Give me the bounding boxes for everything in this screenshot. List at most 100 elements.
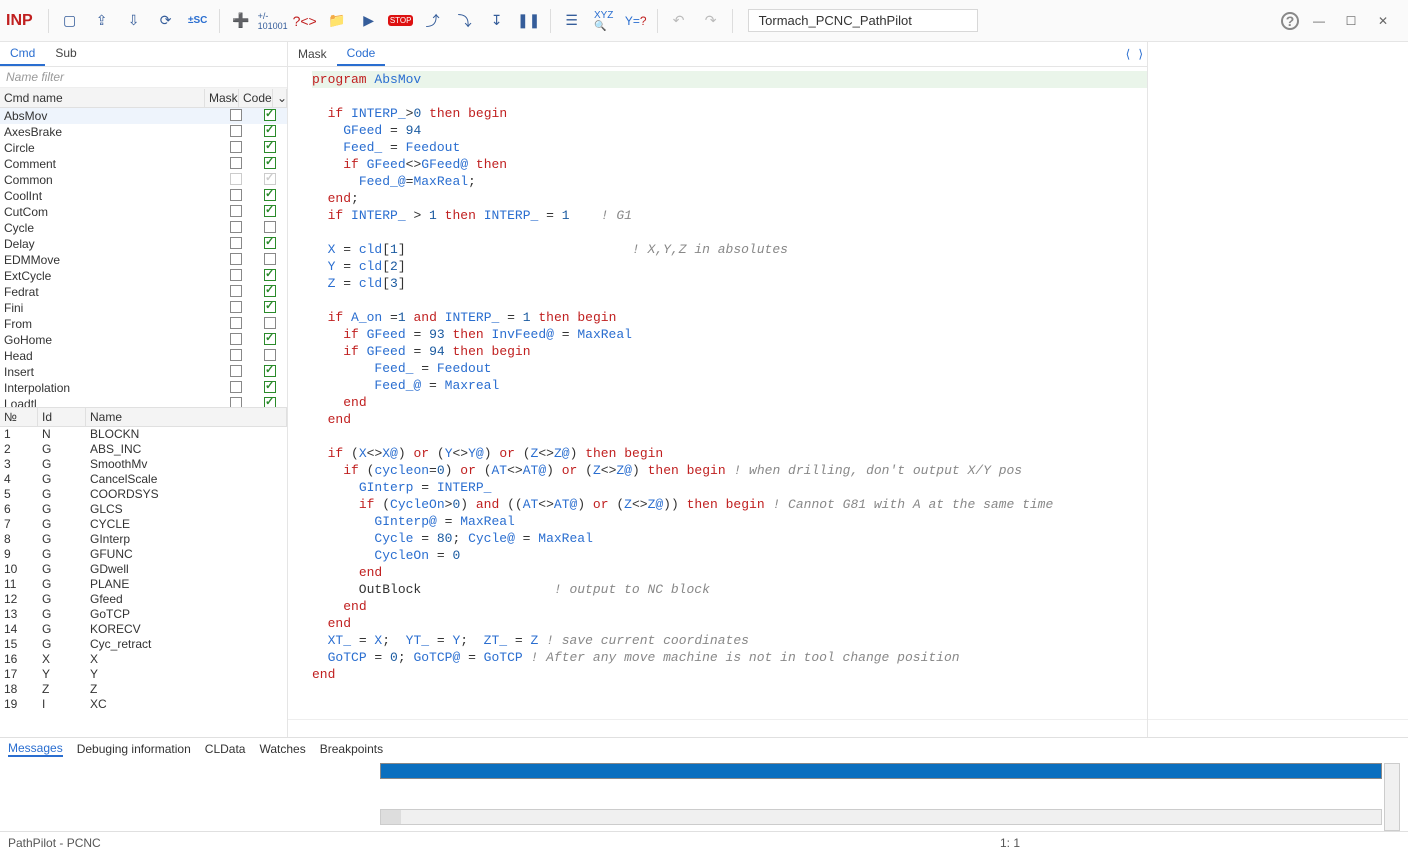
mask-checkbox[interactable] [230, 365, 242, 377]
mask-checkbox[interactable] [230, 269, 242, 281]
cmd-row-coolint[interactable]: CoolInt [0, 188, 287, 204]
xyz-icon[interactable]: XYZ🔍 [590, 7, 618, 35]
pause-icon[interactable]: ❚❚ [515, 7, 543, 35]
message-row[interactable] [380, 763, 1382, 779]
code-checkbox[interactable] [264, 253, 276, 265]
name-filter-input[interactable]: Name filter [0, 67, 287, 88]
reg-row[interactable]: 19IXC [0, 697, 287, 712]
mask-checkbox[interactable] [230, 141, 242, 153]
mask-checkbox[interactable] [230, 317, 242, 329]
addfile-icon[interactable]: ➕ [227, 7, 255, 35]
code-checkbox[interactable] [264, 221, 276, 233]
col-mask[interactable]: Mask [205, 89, 239, 107]
nav-back-icon[interactable]: ⟨ [1122, 45, 1135, 63]
code-checkbox[interactable] [264, 397, 276, 408]
code-checkbox[interactable] [264, 349, 276, 361]
reg-row[interactable]: 10GGDwell [0, 562, 287, 577]
reg-row[interactable]: 16XX [0, 652, 287, 667]
messages-vscrollbar[interactable] [1384, 763, 1400, 831]
code-checkbox[interactable] [264, 285, 276, 297]
reg-row[interactable]: 18ZZ [0, 682, 287, 697]
mask-checkbox[interactable] [230, 189, 242, 201]
code-hscrollbar[interactable] [288, 719, 1147, 737]
mask-checkbox[interactable] [230, 333, 242, 345]
reg-row[interactable]: 5GCOORDSYS [0, 487, 287, 502]
tab-cmd[interactable]: Cmd [0, 42, 45, 66]
binary-icon[interactable]: +/-101001 [259, 7, 287, 35]
mask-checkbox[interactable] [230, 301, 242, 313]
code-checkbox[interactable] [264, 333, 276, 345]
yeq-icon[interactable]: Y=? [622, 7, 650, 35]
reg-row[interactable]: 17YY [0, 667, 287, 682]
right-hscrollbar[interactable] [1148, 719, 1408, 737]
question-icon[interactable]: ?<> [291, 7, 319, 35]
btab-cldata[interactable]: CLData [205, 742, 246, 756]
help-icon[interactable]: ? [1276, 7, 1304, 35]
cmd-row-delay[interactable]: Delay [0, 236, 287, 252]
col-no[interactable]: № [0, 408, 38, 426]
mask-checkbox[interactable] [230, 157, 242, 169]
col-id[interactable]: Id [38, 408, 86, 426]
reg-row[interactable]: 2GABS_INC [0, 442, 287, 457]
col-regname[interactable]: Name [86, 408, 287, 426]
cmd-row-loadtl[interactable]: Loadtl [0, 396, 287, 407]
mask-checkbox[interactable] [230, 109, 242, 121]
step-out-icon[interactable]: ⤴ [419, 7, 447, 35]
btab-debug[interactable]: Debuging information [77, 742, 191, 756]
cmd-row-cutcom[interactable]: CutCom [0, 204, 287, 220]
step-over-icon[interactable]: ⤵ [451, 7, 479, 35]
col-cmdname[interactable]: Cmd name [0, 89, 205, 107]
mask-checkbox[interactable] [230, 381, 242, 393]
minimize-icon[interactable]: — [1308, 10, 1330, 32]
reg-row[interactable]: 14GKORECV [0, 622, 287, 637]
reg-row[interactable]: 9GGFUNC [0, 547, 287, 562]
cmd-row-fedrat[interactable]: Fedrat [0, 284, 287, 300]
mask-checkbox[interactable] [230, 349, 242, 361]
save-icon[interactable]: ⇩ [120, 7, 148, 35]
btab-breakpoints[interactable]: Breakpoints [320, 742, 383, 756]
cmd-row-head[interactable]: Head [0, 348, 287, 364]
mask-checkbox[interactable] [230, 253, 242, 265]
step-into-icon[interactable]: ↧ [483, 7, 511, 35]
mask-checkbox[interactable] [230, 173, 242, 185]
new-icon[interactable]: ▢ [56, 7, 84, 35]
code-checkbox[interactable] [264, 125, 276, 137]
cmd-row-absmov[interactable]: AbsMov [0, 108, 287, 124]
play-icon[interactable]: ▶ [355, 7, 383, 35]
cmd-row-axesbrake[interactable]: AxesBrake [0, 124, 287, 140]
code-checkbox[interactable] [264, 269, 276, 281]
reg-row[interactable]: 7GCYCLE [0, 517, 287, 532]
tab-code[interactable]: Code [337, 42, 386, 66]
code-checkbox[interactable] [264, 317, 276, 329]
mask-checkbox[interactable] [230, 125, 242, 137]
mask-checkbox[interactable] [230, 221, 242, 233]
cmd-row-circle[interactable]: Circle [0, 140, 287, 156]
refresh-icon[interactable]: ⟳ [152, 7, 180, 35]
reg-row[interactable]: 4GCancelScale [0, 472, 287, 487]
code-checkbox[interactable] [264, 365, 276, 377]
reg-row[interactable]: 6GGLCS [0, 502, 287, 517]
reg-row[interactable]: 13GGoTCP [0, 607, 287, 622]
list-icon[interactable]: ☰ [558, 7, 586, 35]
tab-sub[interactable]: Sub [45, 42, 86, 66]
code-checkbox[interactable] [264, 157, 276, 169]
reg-row[interactable]: 15GCyc_retract [0, 637, 287, 652]
title-combo[interactable]: Tormach_PCNC_PathPilot [748, 9, 978, 32]
reg-row[interactable]: 12GGfeed [0, 592, 287, 607]
btab-watches[interactable]: Watches [259, 742, 305, 756]
maximize-icon[interactable]: ☐ [1340, 10, 1362, 32]
cmd-row-extcycle[interactable]: ExtCycle [0, 268, 287, 284]
close-icon[interactable]: ✕ [1372, 10, 1394, 32]
cmd-row-gohome[interactable]: GoHome [0, 332, 287, 348]
stop-icon[interactable]: STOP [387, 7, 415, 35]
reg-row[interactable]: 8GGInterp [0, 532, 287, 547]
mask-checkbox[interactable] [230, 205, 242, 217]
sc-icon[interactable]: ±SC [184, 7, 212, 35]
code-checkbox[interactable] [264, 237, 276, 249]
open-icon[interactable]: ⇪ [88, 7, 116, 35]
cmd-row-insert[interactable]: Insert [0, 364, 287, 380]
mask-checkbox[interactable] [230, 397, 242, 408]
undo-icon[interactable]: ↶ [665, 7, 693, 35]
col-more[interactable]: ⌄ [273, 89, 287, 107]
mask-checkbox[interactable] [230, 285, 242, 297]
